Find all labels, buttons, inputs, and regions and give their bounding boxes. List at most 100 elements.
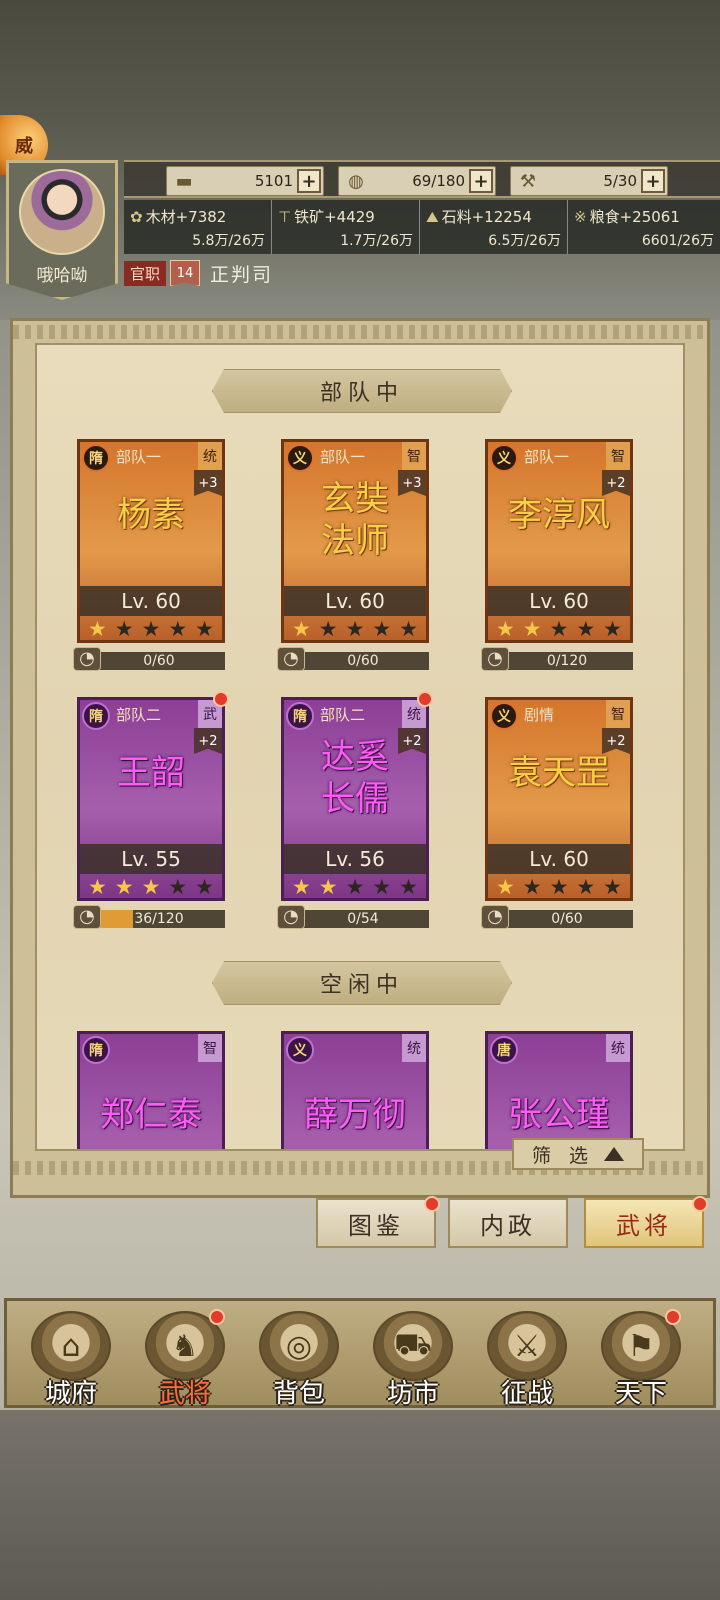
upgrade-progress[interactable]: 0/60 ◔ (277, 647, 429, 671)
star-icon: ★ (168, 875, 188, 899)
tab-codex[interactable]: 图鉴 (316, 1198, 436, 1248)
office-level-badge: 14 (170, 260, 201, 286)
bottom-decoration (0, 1410, 720, 1600)
general-card[interactable]: 隋部队二武 +2 王韶 Lv. 55 ★ ★ ★ ★ ★ (77, 697, 225, 901)
level-label: Lv. 60 (80, 586, 222, 616)
general-card[interactable]: 义部队一 智 +2 李淳风 Lv. 60 ★ ★ ★ ★ ★ (485, 439, 633, 643)
nav-label: 背包 (272, 1379, 325, 1409)
notification-dot (424, 1196, 440, 1212)
general-name: 达奚 长儒 (292, 736, 418, 820)
player-avatar-frame[interactable]: 哦哈呦 (6, 160, 118, 300)
production-iron[interactable]: ⊤ 铁矿+4429 1.7万/26万 (272, 200, 420, 254)
section-title-in-team: 部队中 (212, 369, 512, 413)
city-gate-icon: ⌂ (31, 1311, 111, 1381)
bonus-badge: +2 (602, 728, 630, 754)
ticket-icon: ◔ (481, 905, 509, 929)
upgrade-progress[interactable]: 0/60 ◔ (481, 905, 633, 929)
generals-panel: 部队中 空闲中 隋部队一统 +3 杨素 Lv. 60 ★ ★ ★ ★ ★ 0/60 ◔ 义部队一智 +3… (10, 318, 710, 1198)
level-label: Lv. 60 (488, 844, 630, 874)
production-capacity: 1.7万/26万 (340, 233, 413, 249)
attribute-badge: 统 (402, 1034, 426, 1062)
star-icon: ★ (318, 875, 338, 899)
tab-internal-affairs[interactable]: 内政 (448, 1198, 568, 1248)
star-rating: ★ ★ ★ ★ ★ (88, 618, 214, 640)
general-card[interactable]: 隋部队二统 +2 达奚 长儒 Lv. 56 ★ ★ ★ ★ ★ (281, 697, 429, 901)
general-name: 王韶 (117, 753, 185, 793)
star-icon: ★ (549, 875, 569, 899)
upgrade-progress[interactable]: 0/60 ◔ (73, 647, 225, 671)
avatar (19, 169, 105, 255)
nav-market-cart[interactable]: ⛟ 坊市 (359, 1307, 467, 1409)
office-row[interactable]: 官职 14 正判司 (124, 258, 273, 288)
team-label: 剧情 (524, 706, 555, 724)
star-icon: ★ (141, 875, 161, 899)
ticket-icon: ◔ (73, 647, 101, 671)
production-label: 粮食+25061 (589, 208, 680, 226)
general-name-line: 法师 (321, 521, 389, 561)
nav-bag[interactable]: ◎ 背包 (245, 1307, 353, 1409)
card-header: 隋智 (80, 1034, 222, 1064)
star-icon: ★ (195, 617, 214, 641)
nav-city-gate[interactable]: ⌂ 城府 (17, 1307, 125, 1409)
battle-icon: ⚔ (487, 1311, 567, 1381)
star-icon: ★ (318, 617, 338, 641)
upgrade-progress[interactable]: 0/54 ◔ (277, 905, 429, 929)
add-troops-button[interactable]: + (469, 169, 493, 193)
card-header: 义剧情 智 (488, 700, 630, 730)
star-rating: ★ ★ ★ ★ ★ (496, 618, 622, 640)
star-icon: ★ (345, 875, 365, 899)
faction-emblem-icon: 唐 (490, 1036, 518, 1064)
general-card[interactable]: 义剧情 智 +2 袁天罡 Lv. 60 ★ ★ ★ ★ ★ (485, 697, 633, 901)
upgrade-progress[interactable]: 0/120 ◔ (481, 647, 633, 671)
filter-button[interactable]: 筛 选 (512, 1138, 644, 1170)
add-tools-button[interactable]: + (641, 169, 665, 193)
generals-scroll-area[interactable]: 部队中 空闲中 隋部队一统 +3 杨素 Lv. 60 ★ ★ ★ ★ ★ 0/60 ◔ 义部队一智 +3… (35, 343, 685, 1151)
general-name: 玄奘 法师 (292, 478, 418, 562)
general-card[interactable]: 义部队一智 +3 玄奘 法师 Lv. 60 ★ ★ ★ ★ ★ (281, 439, 429, 643)
progress-track: 0/54 (297, 910, 429, 928)
progress-text: 0/54 (347, 911, 379, 927)
triangle-up-icon (604, 1147, 625, 1161)
anvil-icon: ⊤ (278, 208, 292, 226)
add-gold-button[interactable]: + (297, 169, 321, 193)
notification-dot (213, 691, 229, 707)
general-card[interactable]: 隋部队一 统 +3 杨素 Lv. 60 ★ ★ ★ ★ ★ (77, 439, 225, 643)
production-stone[interactable]: ⛰ 石料+12254 6.5万/26万 (420, 200, 568, 254)
attribute-badge: 智 (402, 442, 426, 470)
faction-emblem-icon: 义 (490, 444, 518, 472)
tab-generals[interactable]: 武将 (584, 1198, 704, 1248)
star-icon: ★ (576, 875, 596, 899)
team-label: 部队一 (320, 448, 366, 466)
star-icon: ★ (372, 875, 392, 899)
star-icon: ★ (114, 875, 134, 899)
progress-track: 0/60 (501, 910, 633, 928)
general-card[interactable]: 义统薛万彻 (281, 1031, 429, 1149)
production-wood[interactable]: ✿ 木材+7382 5.8万/26万 (124, 200, 272, 254)
card-header: 隋部队二统 (284, 700, 426, 730)
panel-border-pattern (13, 325, 707, 339)
progress-text: 0/60 (551, 911, 583, 927)
star-icon: ★ (399, 617, 418, 641)
team-label: 部队一 (116, 448, 162, 466)
general-name: 袁天罡 (508, 753, 610, 793)
notification-dot (417, 691, 433, 707)
gold-ingot-icon: ▬ (175, 170, 193, 192)
general-card[interactable]: 隋智郑仁泰 (77, 1031, 225, 1149)
production-grain[interactable]: ※ 粮食+25061 6601/26万 (568, 200, 720, 254)
nav-world[interactable]: ⚑ 天下 (587, 1307, 695, 1409)
general-card[interactable]: 唐统张公瑾 (485, 1031, 633, 1149)
production-capacity: 6601/26万 (641, 233, 714, 249)
card-header: 隋部队一 统 (80, 442, 222, 472)
nav-general[interactable]: ♞ 武将 (131, 1307, 239, 1409)
bonus-badge: +2 (194, 728, 222, 754)
star-icon: ★ (141, 617, 161, 641)
card-header: 隋部队二武 (80, 700, 222, 730)
attribute-badge: 统 (198, 442, 222, 470)
faction-emblem-icon: 隋 (82, 702, 110, 730)
tab-label: 图鉴 (348, 1211, 404, 1240)
star-icon: ★ (292, 617, 311, 641)
upgrade-progress[interactable]: 36/120 ◔ (73, 905, 225, 929)
production-bar: ✿ 木材+7382 5.8万/26万 ⊤ 铁矿+4429 1.7万/26万 ⛰ 石料+… (124, 200, 720, 254)
nav-battle[interactable]: ⚔ 征战 (473, 1307, 581, 1409)
progress-track: 0/60 (297, 652, 429, 670)
